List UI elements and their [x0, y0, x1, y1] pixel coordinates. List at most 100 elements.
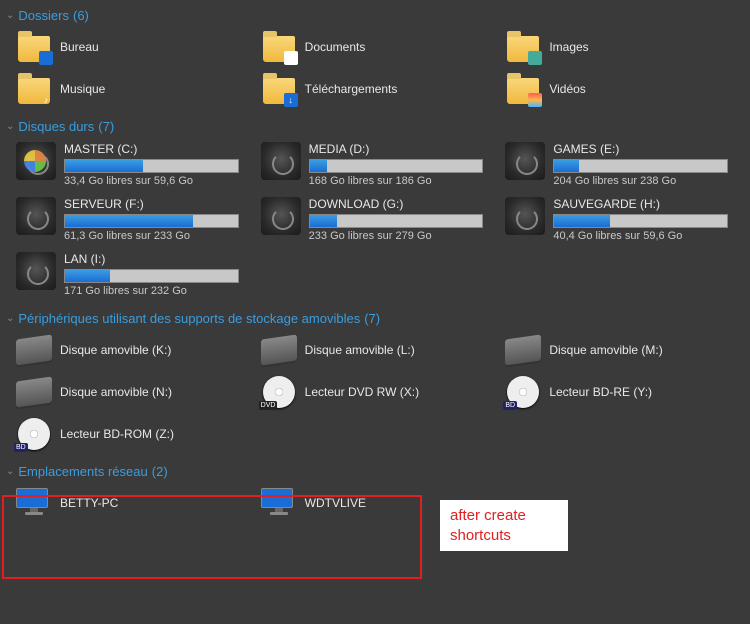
removable-label: Disque amovible (N:)	[60, 385, 172, 399]
removable-item[interactable]: BD Lecteur BD-RE (Y:)	[501, 372, 744, 412]
drive-free-text: 171 Go libres sur 232 Go	[64, 285, 239, 297]
section-title: Périphériques utilisant des supports de …	[18, 311, 360, 326]
drive-free-text: 168 Go libres sur 186 Go	[309, 175, 484, 187]
folder-label: Bureau	[60, 40, 99, 54]
folder-images[interactable]: Images	[501, 27, 744, 67]
chevron-down-icon: ⌄	[6, 121, 14, 132]
network-grid: BETTY-PC WDTVLIVE	[6, 481, 744, 529]
section-title: Dossiers	[18, 8, 69, 23]
annotation-note: after create shortcuts	[440, 500, 568, 551]
removable-drive-icon	[261, 334, 297, 365]
folder-icon	[261, 29, 297, 65]
drive-item[interactable]: SAUVEGARDE (H:) 40,4 Go libres sur 59,6 …	[501, 193, 744, 246]
drive-free-text: 33,4 Go libres sur 59,6 Go	[64, 175, 239, 187]
usage-bar	[309, 214, 484, 228]
folder-icon	[505, 29, 541, 65]
section-header-drives[interactable]: ⌄ Disques durs (7)	[6, 115, 744, 136]
removable-item[interactable]: Disque amovible (K:)	[12, 330, 255, 370]
hard-drive-icon	[261, 197, 301, 235]
section-header-removable[interactable]: ⌄ Périphériques utilisant des supports d…	[6, 307, 744, 328]
removable-item[interactable]: BD Lecteur BD-ROM (Z:)	[12, 414, 255, 454]
folder-label: Musique	[60, 82, 105, 96]
drive-body: SERVEUR (F:) 61,3 Go libres sur 233 Go	[64, 197, 251, 242]
computer-icon	[16, 488, 52, 518]
chevron-down-icon: ⌄	[6, 313, 14, 324]
bluray-icon: BD	[507, 376, 539, 408]
drive-free-text: 204 Go libres sur 238 Go	[553, 175, 728, 187]
folder-musique[interactable]: ♪ Musique	[12, 69, 255, 109]
drive-item[interactable]: MASTER (C:) 33,4 Go libres sur 59,6 Go	[12, 138, 255, 191]
network-label: BETTY-PC	[60, 496, 118, 510]
drive-item[interactable]: LAN (I:) 171 Go libres sur 232 Go	[12, 248, 255, 301]
drive-body: MEDIA (D:) 168 Go libres sur 186 Go	[309, 142, 496, 187]
drive-body: SAUVEGARDE (H:) 40,4 Go libres sur 59,6 …	[553, 197, 740, 242]
drive-item[interactable]: SERVEUR (F:) 61,3 Go libres sur 233 Go	[12, 193, 255, 246]
hard-drive-icon	[505, 197, 545, 235]
dvd-icon: DVD	[263, 376, 295, 408]
removable-label: Lecteur BD-RE (Y:)	[549, 385, 652, 399]
drive-free-text: 61,3 Go libres sur 233 Go	[64, 230, 239, 242]
folder-icon: ♪	[16, 71, 52, 107]
drive-body: LAN (I:) 171 Go libres sur 232 Go	[64, 252, 251, 297]
removable-drive-icon	[16, 376, 52, 407]
section-header-network[interactable]: ⌄ Emplacements réseau (2)	[6, 460, 744, 481]
chevron-down-icon: ⌄	[6, 466, 14, 477]
usage-bar	[64, 214, 239, 228]
folder-label: Téléchargements	[305, 82, 398, 96]
network-location[interactable]: BETTY-PC	[12, 483, 255, 523]
drive-name: GAMES (E:)	[553, 142, 728, 156]
usage-bar	[64, 269, 239, 283]
removable-label: Disque amovible (K:)	[60, 343, 171, 357]
folder-documents[interactable]: Documents	[257, 27, 500, 67]
removable-drive-icon	[16, 334, 52, 365]
removable-label: Disque amovible (L:)	[305, 343, 415, 357]
removable-item[interactable]: Disque amovible (N:)	[12, 372, 255, 412]
folder-telechargements[interactable]: ↓ Téléchargements	[257, 69, 500, 109]
drive-name: LAN (I:)	[64, 252, 239, 266]
drives-grid: MASTER (C:) 33,4 Go libres sur 59,6 Go M…	[6, 136, 744, 307]
section-count: (6)	[73, 8, 89, 23]
removable-item[interactable]: DVD Lecteur DVD RW (X:)	[257, 372, 500, 412]
bluray-icon: BD	[18, 418, 50, 450]
removable-label: Lecteur DVD RW (X:)	[305, 385, 419, 399]
folder-icon	[16, 29, 52, 65]
folder-icon	[505, 71, 541, 107]
folder-videos[interactable]: Vidéos	[501, 69, 744, 109]
folders-grid: Bureau Documents Images ♪ Musique ↓ Télé…	[6, 25, 744, 115]
drive-item[interactable]: MEDIA (D:) 168 Go libres sur 186 Go	[257, 138, 500, 191]
folder-bureau[interactable]: Bureau	[12, 27, 255, 67]
usage-bar	[309, 159, 484, 173]
drive-body: MASTER (C:) 33,4 Go libres sur 59,6 Go	[64, 142, 251, 187]
removable-drive-icon	[505, 334, 541, 365]
folder-label: Vidéos	[549, 82, 585, 96]
drive-body: DOWNLOAD (G:) 233 Go libres sur 279 Go	[309, 197, 496, 242]
removable-item[interactable]: Disque amovible (L:)	[257, 330, 500, 370]
section-count: (2)	[152, 464, 168, 479]
drive-name: MEDIA (D:)	[309, 142, 484, 156]
hard-drive-icon	[16, 142, 56, 180]
hard-drive-icon	[261, 142, 301, 180]
hard-drive-icon	[16, 197, 56, 235]
drive-free-text: 40,4 Go libres sur 59,6 Go	[553, 230, 728, 242]
drive-name: SAUVEGARDE (H:)	[553, 197, 728, 211]
section-count: (7)	[364, 311, 380, 326]
removable-grid: Disque amovible (K:) Disque amovible (L:…	[6, 328, 744, 460]
hard-drive-icon	[505, 142, 545, 180]
drive-name: MASTER (C:)	[64, 142, 239, 156]
drive-item[interactable]: GAMES (E:) 204 Go libres sur 238 Go	[501, 138, 744, 191]
folder-label: Documents	[305, 40, 366, 54]
section-title: Disques durs	[18, 119, 94, 134]
drive-body: GAMES (E:) 204 Go libres sur 238 Go	[553, 142, 740, 187]
folder-icon: ↓	[261, 71, 297, 107]
drive-free-text: 233 Go libres sur 279 Go	[309, 230, 484, 242]
chevron-down-icon: ⌄	[6, 10, 14, 21]
usage-bar	[553, 214, 728, 228]
usage-bar	[64, 159, 239, 173]
folder-label: Images	[549, 40, 588, 54]
usage-bar	[553, 159, 728, 173]
hard-drive-icon	[16, 252, 56, 290]
removable-item[interactable]: Disque amovible (M:)	[501, 330, 744, 370]
removable-label: Disque amovible (M:)	[549, 343, 662, 357]
section-header-folders[interactable]: ⌄ Dossiers (6)	[6, 4, 744, 25]
drive-item[interactable]: DOWNLOAD (G:) 233 Go libres sur 279 Go	[257, 193, 500, 246]
